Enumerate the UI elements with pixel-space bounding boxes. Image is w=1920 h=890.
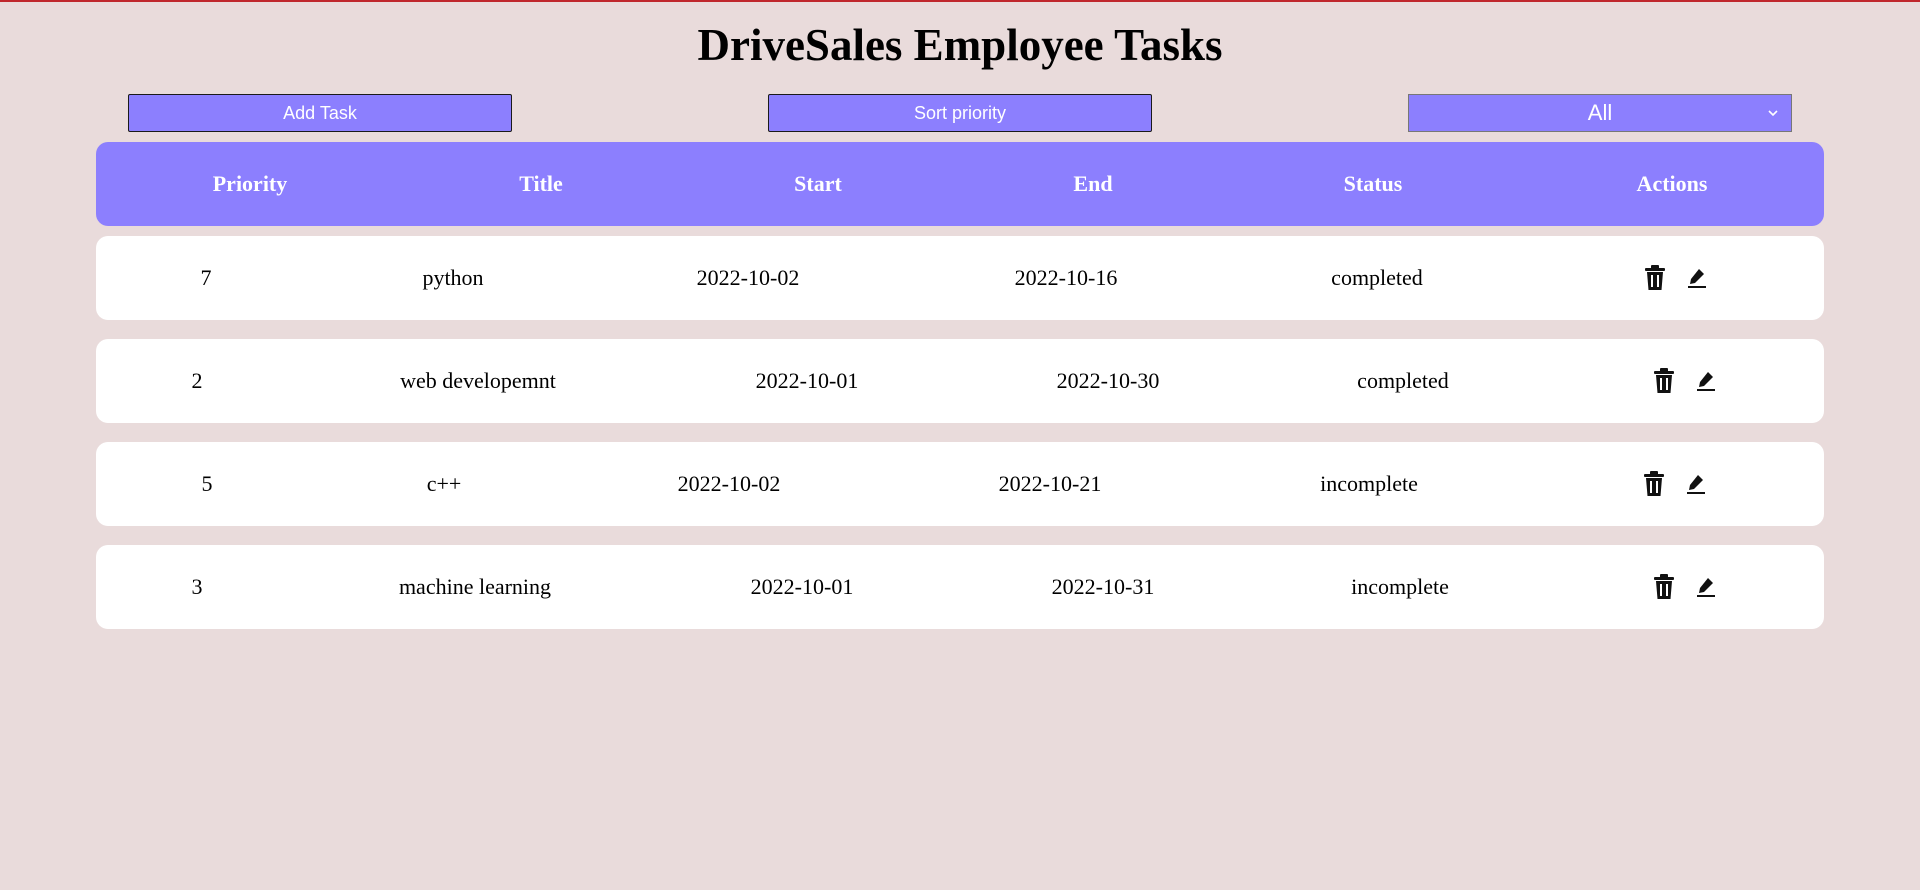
trash-icon[interactable] <box>1642 470 1666 498</box>
cell-end: 2022-10-31 <box>1051 574 1155 599</box>
cell-priority: 7 <box>200 265 212 290</box>
pencil-icon[interactable] <box>1694 367 1718 395</box>
header-end: End <box>1073 171 1113 196</box>
table-row: 3 machine learning 2022-10-01 2022-10-31… <box>96 545 1824 629</box>
cell-start: 2022-10-02 <box>677 471 781 496</box>
cell-end: 2022-10-21 <box>998 471 1102 496</box>
page-title: DriveSales Employee Tasks <box>697 20 1223 70</box>
header-title: Title <box>519 171 563 196</box>
sort-priority-button[interactable]: Sort priority <box>768 94 1152 132</box>
add-task-button[interactable]: Add Task <box>128 94 512 132</box>
table-row: 5 c++ 2022-10-02 2022-10-21 incomplete <box>96 442 1824 526</box>
header-actions: Actions <box>1636 171 1708 196</box>
cell-title: python <box>422 265 484 290</box>
cell-status: completed <box>1357 368 1449 393</box>
cell-end: 2022-10-16 <box>1014 265 1118 290</box>
cell-title: c++ <box>426 471 462 496</box>
header-status: Status <box>1343 171 1403 196</box>
row-actions <box>1642 442 1708 526</box>
status-filter-select[interactable]: All <box>1408 94 1792 132</box>
status-filter-value: All <box>1587 100 1613 125</box>
cell-priority: 5 <box>201 471 213 496</box>
row-actions <box>1652 339 1718 423</box>
table-header: Priority Title Start End Status Actions <box>96 142 1824 226</box>
trash-icon[interactable] <box>1652 367 1676 395</box>
cell-status: incomplete <box>1351 574 1449 599</box>
chevron-down-icon <box>1767 95 1779 131</box>
cell-start: 2022-10-02 <box>696 265 800 290</box>
cell-status: incomplete <box>1320 471 1418 496</box>
cell-priority: 3 <box>191 574 203 599</box>
cell-start: 2022-10-01 <box>755 368 859 393</box>
cell-status: completed <box>1331 265 1423 290</box>
trash-icon[interactable] <box>1643 264 1667 292</box>
cell-title: web developemnt <box>400 368 556 393</box>
table-row: 2 web developemnt 2022-10-01 2022-10-30 … <box>96 339 1824 423</box>
pencil-icon[interactable] <box>1694 573 1718 601</box>
cell-priority: 2 <box>191 368 203 393</box>
row-actions <box>1652 545 1718 629</box>
table-row: 7 python 2022-10-02 2022-10-16 completed <box>96 236 1824 320</box>
pencil-icon[interactable] <box>1685 264 1709 292</box>
cell-title: machine learning <box>398 574 552 599</box>
cell-end: 2022-10-30 <box>1056 368 1160 393</box>
pencil-icon[interactable] <box>1684 470 1708 498</box>
row-actions <box>1643 236 1709 320</box>
header-start: Start <box>794 171 842 196</box>
trash-icon[interactable] <box>1652 573 1676 601</box>
header-priority: Priority <box>212 171 288 196</box>
cell-start: 2022-10-01 <box>750 574 854 599</box>
